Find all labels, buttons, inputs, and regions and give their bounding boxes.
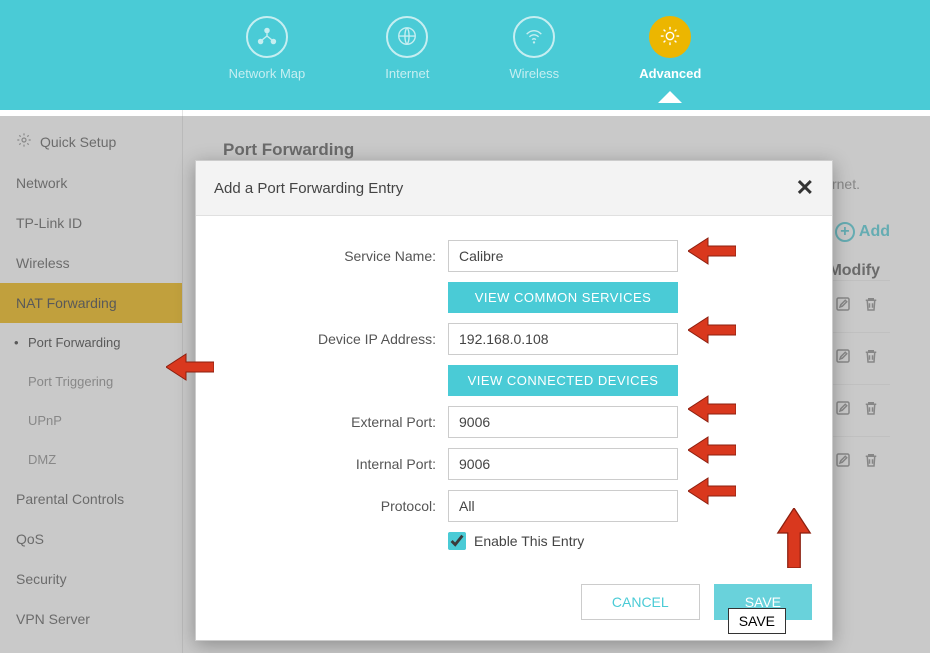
nav-label: Network Map <box>229 66 306 81</box>
modal-title-bar: Add a Port Forwarding Entry ✕ <box>196 161 832 216</box>
nav-advanced[interactable]: Advanced <box>639 16 701 81</box>
top-nav: Network Map Internet Wireless Advanced <box>0 0 930 110</box>
advanced-icon <box>659 25 681 50</box>
protocol-label: Protocol: <box>226 498 436 514</box>
protocol-select[interactable] <box>448 490 678 522</box>
nav-label: Wireless <box>509 66 559 81</box>
pointer-arrow-icon <box>688 315 736 345</box>
external-port-label: External Port: <box>226 414 436 430</box>
modal-title: Add a Port Forwarding Entry <box>214 180 403 197</box>
pointer-arrow-icon <box>688 394 736 424</box>
service-name-label: Service Name: <box>226 248 436 264</box>
close-icon[interactable]: ✕ <box>796 175 814 201</box>
pointer-arrow-icon <box>166 352 214 382</box>
nav-internet[interactable]: Internet <box>385 16 429 81</box>
service-name-input[interactable] <box>448 240 678 272</box>
pointer-arrow-icon <box>688 236 736 266</box>
pointer-arrow-icon <box>764 508 824 568</box>
view-connected-devices-button[interactable]: VIEW CONNECTED DEVICES <box>448 365 678 396</box>
view-common-services-button[interactable]: VIEW COMMON SERVICES <box>448 282 678 313</box>
pointer-arrow-icon <box>688 435 736 465</box>
wireless-icon <box>523 25 545 50</box>
enable-entry-label: Enable This Entry <box>474 533 584 549</box>
nav-network-map[interactable]: Network Map <box>229 16 306 81</box>
nav-label: Advanced <box>639 66 701 81</box>
device-ip-label: Device IP Address: <box>226 331 436 347</box>
internal-port-label: Internal Port: <box>226 456 436 472</box>
internal-port-input[interactable] <box>448 448 678 480</box>
nav-label: Internet <box>385 66 429 81</box>
cancel-button[interactable]: CANCEL <box>581 584 700 620</box>
network-map-icon <box>256 25 278 50</box>
device-ip-input[interactable] <box>448 323 678 355</box>
port-forwarding-modal: Add a Port Forwarding Entry ✕ Service Na… <box>195 160 833 641</box>
enable-entry-checkbox[interactable] <box>448 532 466 550</box>
pointer-arrow-icon <box>688 476 736 506</box>
nav-wireless[interactable]: Wireless <box>509 16 559 81</box>
save-tooltip: SAVE <box>728 608 786 634</box>
external-port-input[interactable] <box>448 406 678 438</box>
internet-icon <box>396 25 418 50</box>
